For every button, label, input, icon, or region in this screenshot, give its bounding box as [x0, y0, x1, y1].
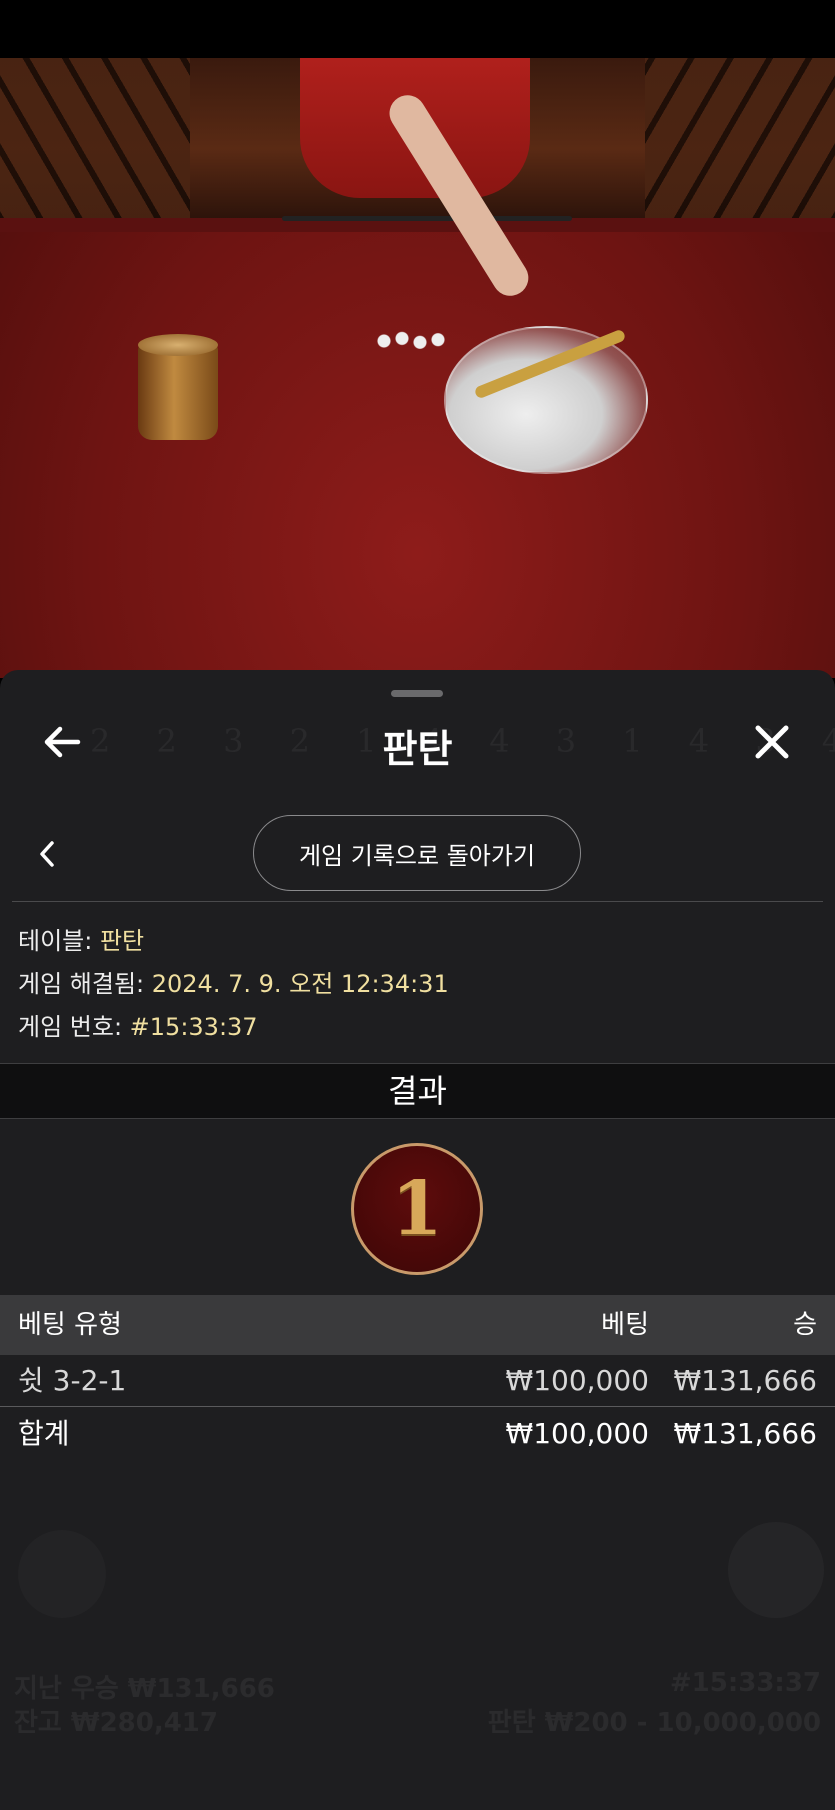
bet-amount-cell: ₩100,000	[505, 1364, 649, 1397]
decorative-screen-right	[645, 58, 835, 223]
close-icon[interactable]	[748, 718, 796, 766]
chevron-left-icon[interactable]	[32, 837, 62, 871]
bets-table-header: 베팅 유형 베팅 승	[0, 1295, 835, 1355]
game-info: 테이블: 판탄 게임 해결됨: 2024. 7. 9. 오전 12:34:31 …	[18, 920, 449, 1049]
game-detail-sheet: 2 2 3 2 1 4 4 3 1 4 3 4 1 판탄 게임 기록으로 돌아가…	[0, 670, 835, 1810]
table-rail	[282, 216, 572, 221]
game-number-label: 게임 번호:	[18, 1013, 130, 1041]
result-number: 1	[391, 1166, 443, 1252]
game-number-value: #15:33:37	[129, 1013, 258, 1041]
bet-type-cell: 쉿 3-2-1	[18, 1364, 127, 1397]
last-win-ghost: 지난 우승 ₩131,666	[14, 1674, 275, 1704]
result-number-badge: 1	[351, 1143, 483, 1275]
total-bet: ₩100,000	[505, 1417, 649, 1450]
table-row: 쉿 3-2-1 ₩100,000 ₩131,666	[0, 1355, 835, 1407]
header-bet-type: 베팅 유형	[18, 1310, 122, 1340]
table-label: 테이블:	[18, 927, 100, 955]
brass-cup	[138, 334, 218, 440]
resolved-info-line: 게임 해결됨: 2024. 7. 9. 오전 12:34:31	[18, 963, 449, 1006]
live-video-stream	[0, 58, 835, 678]
header-bet: 베팅	[601, 1310, 649, 1340]
resolved-label: 게임 해결됨:	[18, 970, 152, 998]
sheet-drag-handle[interactable]	[391, 690, 443, 697]
counted-beads	[366, 328, 456, 354]
total-win: ₩131,666	[673, 1417, 817, 1450]
result-heading: 결과	[0, 1063, 835, 1119]
total-row: 합계 ₩100,000 ₩131,666	[0, 1408, 835, 1460]
game-id-ghost: #15:33:37	[669, 1668, 821, 1698]
table-value: 판탄	[99, 927, 145, 955]
header-win: 승	[793, 1310, 817, 1340]
bead-bowl	[444, 326, 648, 474]
decorative-screen-left	[0, 58, 190, 223]
limits-ghost: 판탄 ₩200 - 10,000,000	[487, 1708, 821, 1738]
sheet-header: 2 2 3 2 1 4 4 3 1 4 3 4 1 판탄	[0, 700, 835, 780]
game-number-line: 게임 번호: #15:33:37	[18, 1006, 449, 1049]
page-title: 판탄	[382, 727, 453, 771]
balance-ghost: 잔고 ₩280,417	[14, 1708, 218, 1738]
history-nav: 게임 기록으로 돌아가기	[0, 813, 835, 893]
resolved-value: 2024. 7. 9. 오전 12:34:31	[151, 970, 449, 998]
win-amount-cell: ₩131,666	[673, 1364, 817, 1397]
divider	[12, 901, 823, 902]
grid-icon	[18, 1530, 106, 1618]
back-to-history-button[interactable]: 게임 기록으로 돌아가기	[253, 815, 581, 891]
table-info-line: 테이블: 판탄	[18, 920, 449, 963]
menu-icon	[728, 1522, 824, 1618]
status-bar	[0, 0, 835, 58]
total-label: 합계	[18, 1417, 70, 1450]
